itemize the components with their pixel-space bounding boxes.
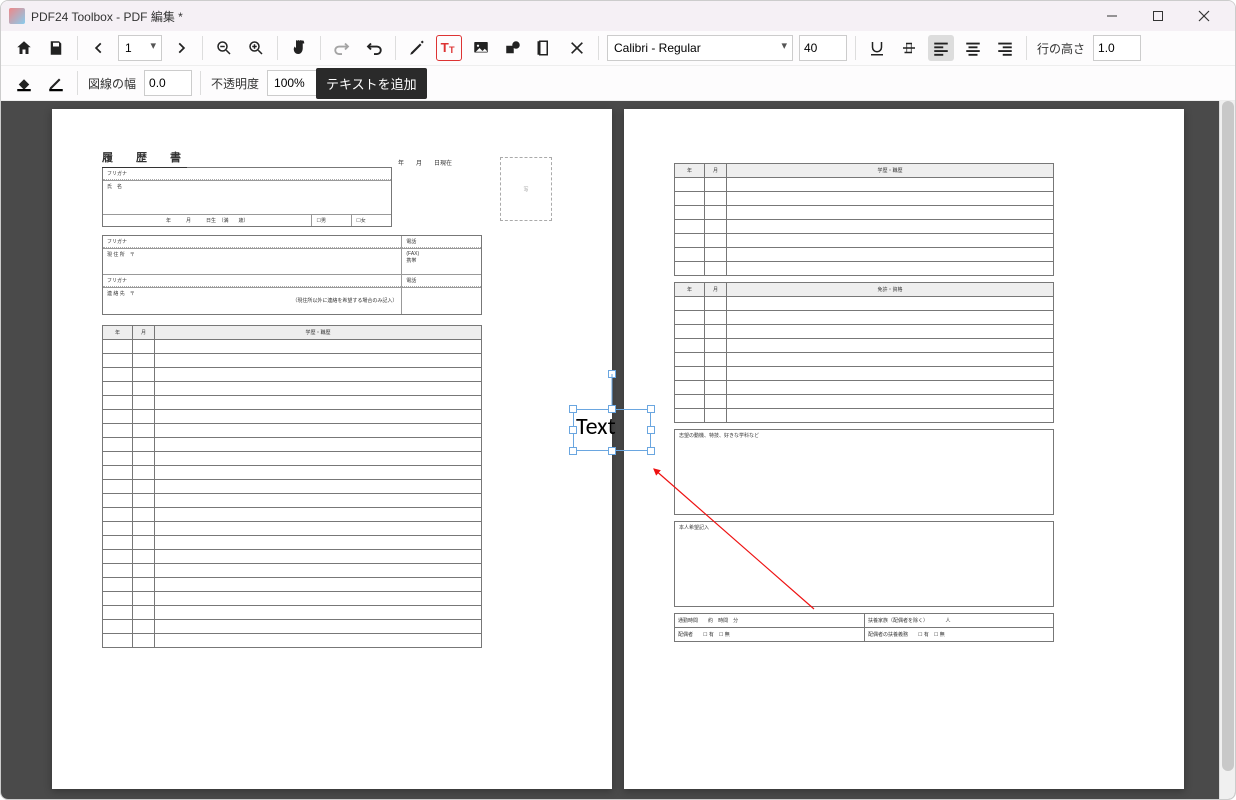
pencil-button[interactable] bbox=[404, 35, 430, 61]
vertical-scrollbar[interactable] bbox=[1219, 101, 1235, 799]
pdf-page-1[interactable]: 履 歴 書 年 月 日現在 写 フリガナ 氏 名 年 月 日生 （満 歳）☐男☐… bbox=[52, 109, 612, 789]
align-center-button[interactable] bbox=[960, 35, 986, 61]
strike-button[interactable] bbox=[896, 35, 922, 61]
add-text-button[interactable]: TT bbox=[436, 35, 462, 61]
delete-button[interactable] bbox=[564, 35, 590, 61]
canvas-area[interactable]: 履 歴 書 年 月 日現在 写 フリガナ 氏 名 年 月 日生 （満 歳）☐男☐… bbox=[1, 101, 1235, 799]
app-logo bbox=[9, 8, 25, 24]
toolbar-secondary: 図線の幅 不透明度 100% bbox=[1, 66, 1235, 101]
minimize-button[interactable] bbox=[1089, 1, 1135, 31]
svg-text:T: T bbox=[449, 45, 455, 55]
tooltip-add-text: テキストを追加 bbox=[316, 68, 427, 99]
photo-box: 写 bbox=[500, 157, 552, 221]
add-shape-button[interactable] bbox=[500, 35, 526, 61]
text-annotation-content: Text bbox=[576, 412, 616, 441]
close-button[interactable] bbox=[1181, 1, 1227, 31]
history-table-right: 年月学歴・職歴 bbox=[674, 163, 1054, 276]
pan-button[interactable] bbox=[286, 35, 312, 61]
zoom-in-button[interactable] bbox=[243, 35, 269, 61]
window-title: PDF24 Toolbox - PDF 編集 * bbox=[31, 8, 1089, 25]
scrollbar-thumb[interactable] bbox=[1222, 101, 1234, 771]
align-right-button[interactable] bbox=[992, 35, 1018, 61]
page-select[interactable]: 1 bbox=[118, 35, 162, 61]
svg-text:T: T bbox=[441, 40, 449, 55]
line-height-input[interactable] bbox=[1093, 35, 1141, 61]
zoom-out-button[interactable] bbox=[211, 35, 237, 61]
stroke-width-label: 図線の幅 bbox=[88, 75, 136, 92]
undo-button[interactable] bbox=[361, 35, 387, 61]
font-select[interactable]: Calibri - Regular bbox=[607, 35, 793, 61]
opacity-label: 不透明度 bbox=[211, 75, 259, 92]
doc-title: 履 歴 書 bbox=[102, 149, 187, 168]
font-size-input[interactable] bbox=[799, 35, 847, 61]
pdf-page-2[interactable]: 年月学歴・職歴 年月免許・資格 bbox=[624, 109, 1184, 789]
stroke-width-input[interactable] bbox=[144, 70, 192, 96]
prev-page-button[interactable] bbox=[86, 35, 112, 61]
fill-color-button[interactable] bbox=[11, 70, 37, 96]
bottom-info-table: 通勤時間 約 時間 分 扶養家族（配偶者を除く） 人 配偶者 ☐ 有 ☐ 無 配… bbox=[674, 613, 1054, 642]
line-height-label: 行の高さ bbox=[1037, 40, 1085, 57]
underline-button[interactable] bbox=[864, 35, 890, 61]
text-annotation-object[interactable]: Text bbox=[573, 409, 651, 451]
titlebar: PDF24 Toolbox - PDF 編集 * bbox=[1, 1, 1235, 31]
stroke-color-button[interactable] bbox=[43, 70, 69, 96]
whiteout-button[interactable] bbox=[532, 35, 558, 61]
redo-button[interactable] bbox=[329, 35, 355, 61]
align-left-button[interactable] bbox=[928, 35, 954, 61]
add-image-button[interactable] bbox=[468, 35, 494, 61]
save-button[interactable] bbox=[43, 35, 69, 61]
license-table: 年月免許・資格 bbox=[674, 282, 1054, 423]
next-page-button[interactable] bbox=[168, 35, 194, 61]
toolbar-main: 1 TT Calibri - Regular 行の高さ bbox=[1, 31, 1235, 66]
maximize-button[interactable] bbox=[1135, 1, 1181, 31]
history-table-left: 年月学歴・職歴 bbox=[102, 325, 482, 648]
home-button[interactable] bbox=[11, 35, 37, 61]
